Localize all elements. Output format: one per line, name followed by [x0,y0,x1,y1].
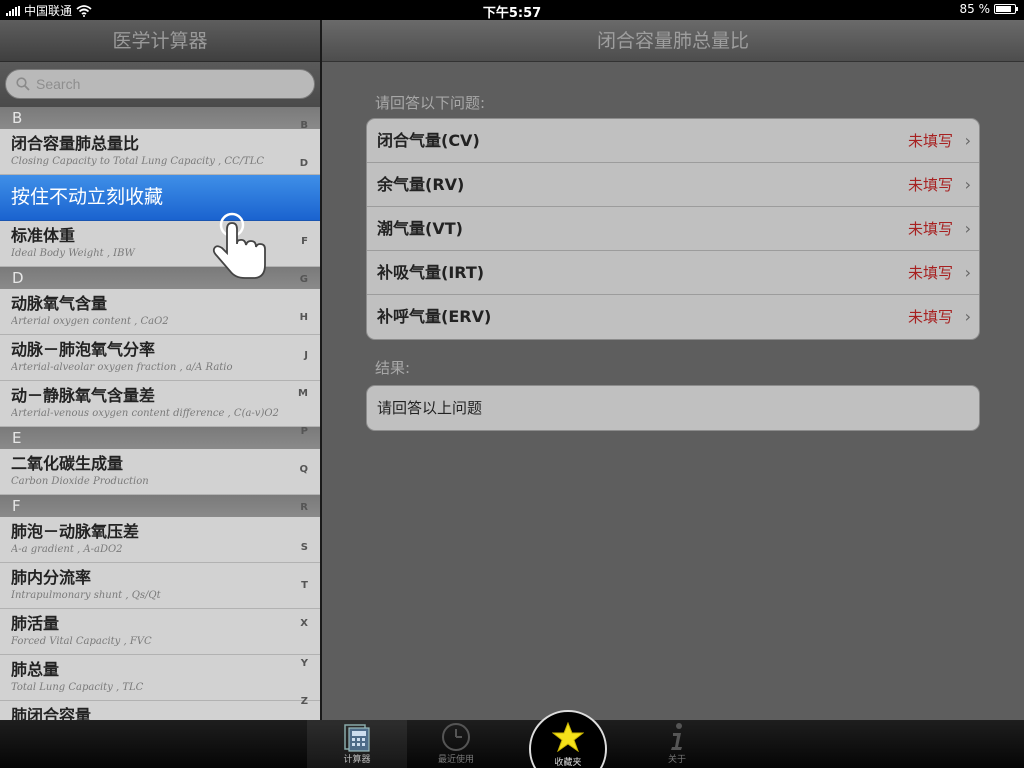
index-letter[interactable]: J [304,350,308,361]
list-item-title: 肺闭合容量 [11,706,92,720]
chevron-right-icon: › [964,263,971,282]
info-icon [671,723,682,750]
list-item-subtitle: A-a gradient , A-aDO2 [11,544,123,555]
status-right: 85 % [959,2,1018,16]
result-label: 结果: [375,359,411,377]
tab-label: 关于 [667,755,686,765]
chevron-right-icon: › [964,307,971,326]
clock-icon [442,723,470,751]
result-text: 请回答以上问题 [377,399,483,417]
list-item-subtitle: Total Lung Capacity , TLC [11,682,144,693]
index-letter[interactable]: G [300,274,308,285]
question-label: 补吸气量(IRT) [377,263,485,282]
list-item-subtitle: Arterial-venous oxygen content differenc… [11,408,279,419]
question-status: 未填写 [907,132,953,150]
list-item-subtitle: Closing Capacity to Total Lung Capacity … [11,156,265,167]
question-row-erv[interactable]: 补呼气量(ERV) 未填写 › [367,295,979,339]
index-letter[interactable]: Q [299,464,308,475]
list-item[interactable]: 肺内分流率 Intrapulmonary shunt , Qs/Qt [0,563,320,609]
list-item[interactable]: 肺泡－动脉氧压差 A-a gradient , A-aDO2 [0,517,320,563]
search-field[interactable] [5,69,315,99]
tab-label: 最近使用 [437,755,474,765]
status-bar: 中国联通 下午5:57 85 % [0,0,1024,21]
tab-about[interactable]: 关于 [627,720,727,768]
calculator-icon [344,724,370,752]
left-nav-title: 医学计算器 [0,20,320,62]
list-item-subtitle: Arterial oxygen content , CaO2 [11,316,169,327]
section-header-f: F [0,495,320,517]
index-letter[interactable]: R [300,502,308,513]
search-icon [16,77,30,91]
hand-pointer-icon [212,212,266,279]
list-item-subtitle: Carbon Dioxide Production [11,476,149,487]
calculator-list: B 闭合容量肺总量比 Closing Capacity to Total Lun… [0,107,320,720]
result-group: 请回答以上问题 [366,385,980,431]
index-letter[interactable]: X [300,618,308,629]
tab-label: 收藏夹 [554,758,582,768]
questions-label: 请回答以下问题: [375,94,486,112]
index-letter[interactable]: D [300,158,308,169]
list-item-subtitle: Intrapulmonary shunt , Qs/Qt [11,590,161,601]
chevron-right-icon: › [964,131,971,150]
list-item[interactable]: 肺活量 Forced Vital Capacity , FVC [0,609,320,655]
question-status: 未填写 [907,264,953,282]
question-label: 余气量(RV) [377,175,465,194]
index-letter[interactable]: Y [301,658,308,669]
list-item-title: 肺活量 [11,614,60,633]
question-row-vt[interactable]: 潮气量(VT) 未填写 › [367,207,979,251]
list-item[interactable]: 闭合容量肺总量比 Closing Capacity to Total Lung … [0,129,320,175]
index-letter[interactable]: F [301,236,308,247]
list-item-title: 闭合容量肺总量比 [11,134,140,153]
tab-recent[interactable]: 最近使用 [406,720,506,768]
question-status: 未填写 [907,220,953,238]
list-item-title: 动－静脉氧气含量差 [11,386,156,405]
search-input[interactable] [36,76,276,92]
index-letter[interactable]: S [301,542,308,553]
question-status: 未填写 [907,308,953,326]
question-row-irt[interactable]: 补吸气量(IRT) 未填写 › [367,251,979,295]
list-item[interactable]: 动脉－肺泡氧气分率 Arterial-alveolar oxygen fract… [0,335,320,381]
index-letter[interactable]: Z [301,696,308,707]
index-letter[interactable]: P [301,426,308,437]
section-header-e: E [0,427,320,449]
list-item-title: 动脉氧气含量 [11,294,108,313]
list-item[interactable]: 动－静脉氧气含量差 Arterial-venous oxygen content… [0,381,320,427]
question-label: 潮气量(VT) [377,219,463,238]
index-letter[interactable]: B [300,120,308,131]
questions-group: 闭合气量(CV) 未填写 › 余气量(RV) 未填写 › 潮气量(VT) 未填写… [366,118,980,340]
question-label: 补呼气量(ERV) [377,307,492,326]
battery-icon [994,4,1018,14]
index-letter[interactable]: T [301,580,308,591]
index-letter[interactable]: M [298,388,308,399]
list-item-title: 二氧化碳生成量 [11,454,124,473]
question-label: 闭合气量(CV) [377,131,480,150]
index-letter[interactable]: H [300,312,308,323]
question-row-rv[interactable]: 余气量(RV) 未填写 › [367,163,979,207]
list-item[interactable]: 动脉氧气含量 Arterial oxygen content , CaO2 [0,289,320,335]
status-time: 下午5:57 [482,6,542,21]
list-item-subtitle: Forced Vital Capacity , FVC [11,636,152,647]
section-header-b: B [0,107,320,129]
list-item-subtitle: Arterial-alveolar oxygen fraction , a/A … [11,362,233,373]
tab-calculator[interactable]: 计算器 [307,720,407,768]
list-item[interactable]: 肺闭合容量 [0,701,320,720]
question-status: 未填写 [907,176,953,194]
list-item[interactable]: 二氧化碳生成量 Carbon Dioxide Production [0,449,320,495]
tab-label: 计算器 [343,755,371,765]
chevron-right-icon: › [964,175,971,194]
list-item-title: 肺总量 [11,660,60,679]
list-item-title: 肺内分流率 [11,568,92,587]
list-item[interactable]: 肺总量 Total Lung Capacity , TLC [0,655,320,701]
calculator-list-pane: 医学计算器 B 闭合容量肺总量比 Closing Capacity to Tot… [0,20,320,720]
chevron-right-icon: › [964,219,971,238]
tab-bar: 计算器 最近使用 关于 [0,720,1024,768]
star-icon [551,721,585,753]
list-item-title: 肺泡－动脉氧压差 [11,522,140,541]
search-bar [0,62,320,107]
calculator-detail-pane: 闭合容量肺总量比 请回答以下问题: 闭合气量(CV) 未填写 › 余气量(RV)… [322,20,1024,720]
list-item-title: 动脉－肺泡氧气分率 [11,340,156,359]
question-row-cv[interactable]: 闭合气量(CV) 未填写 › [367,119,979,163]
battery-percent: 85 % [959,2,991,16]
detail-nav-title: 闭合容量肺总量比 [322,20,1024,62]
